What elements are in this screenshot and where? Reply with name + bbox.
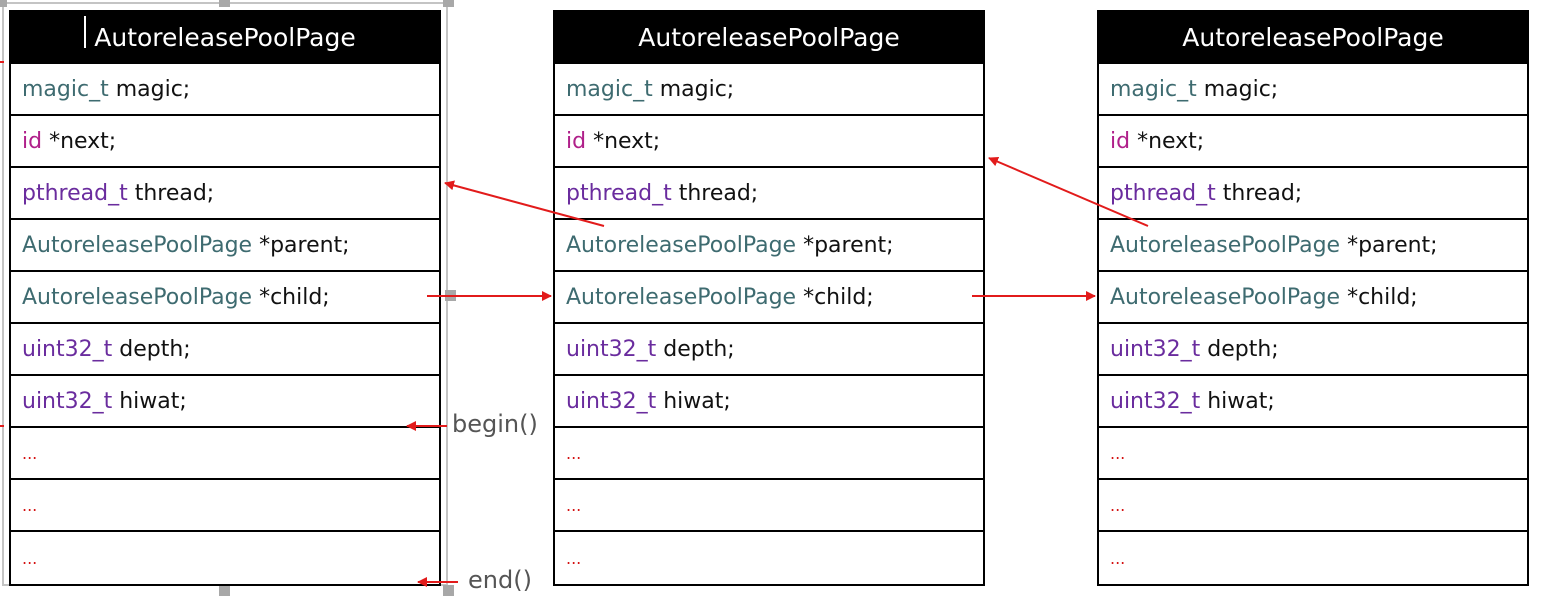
begin-label: begin() xyxy=(452,410,538,438)
end-label: end() xyxy=(468,566,532,594)
parent-arrow-page3-to-page2 xyxy=(988,156,1149,227)
parent-arrow-page2-to-page1 xyxy=(444,180,605,227)
connector-arrows xyxy=(0,61,1149,587)
